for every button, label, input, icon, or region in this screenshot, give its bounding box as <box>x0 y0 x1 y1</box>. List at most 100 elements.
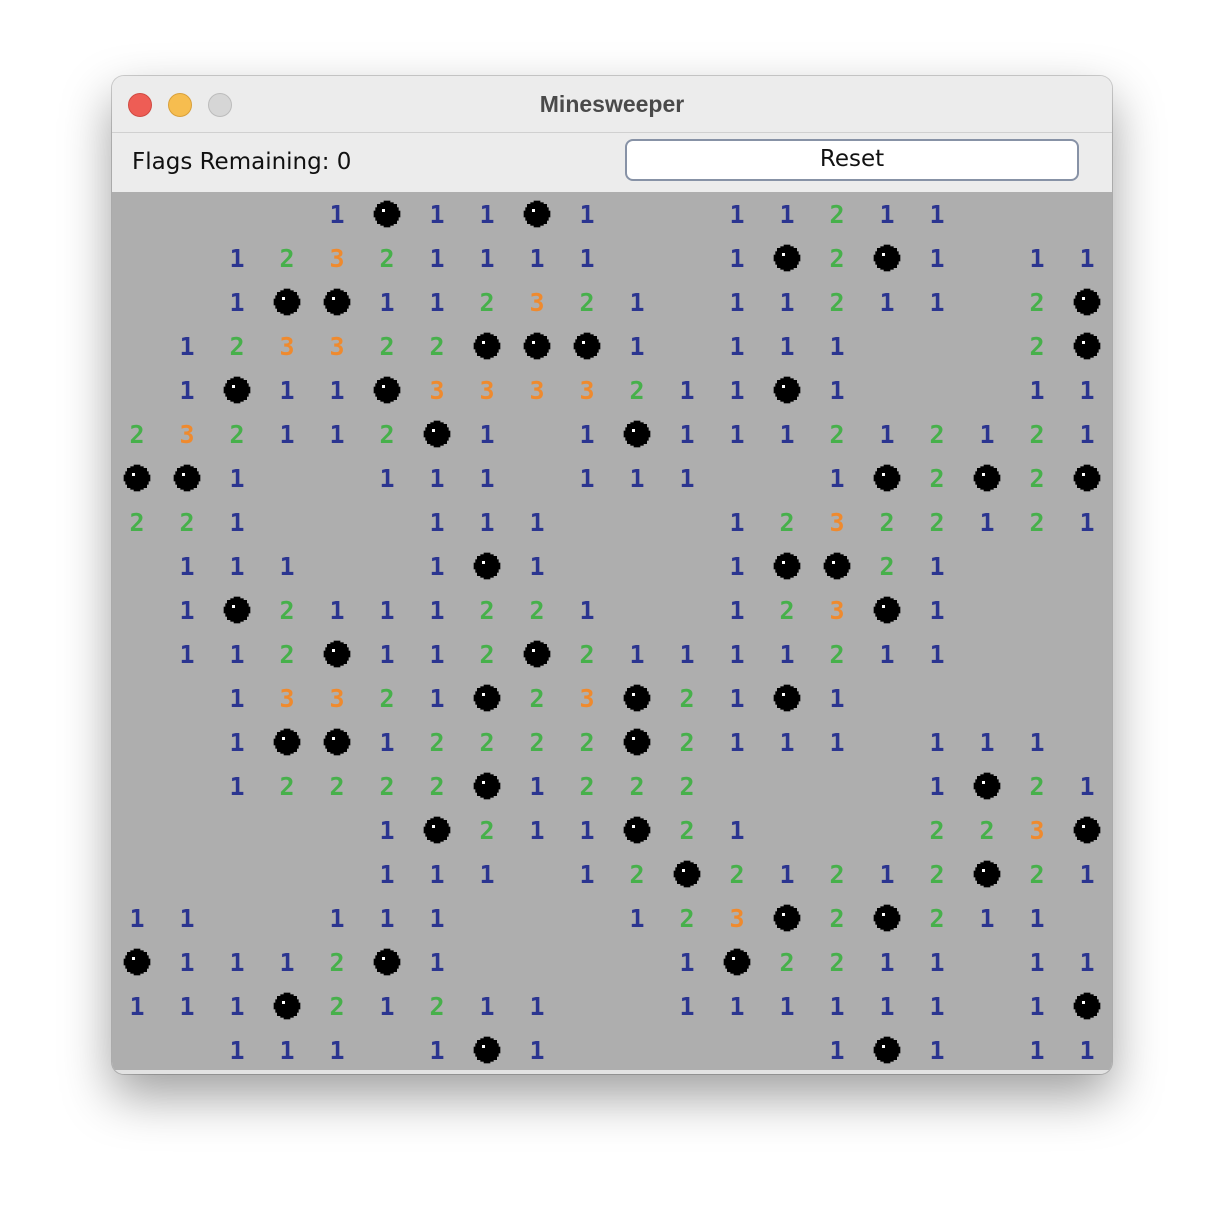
cell-count-2: 2 <box>629 860 644 889</box>
cell-count-1: 1 <box>1029 1036 1044 1065</box>
cell-count-1: 1 <box>279 1036 294 1065</box>
cell-count-1: 1 <box>779 860 794 889</box>
cell-count-1: 1 <box>279 948 294 977</box>
mine-icon <box>123 464 151 492</box>
cell-count-1: 1 <box>129 992 144 1021</box>
mine-icon <box>323 640 351 668</box>
cell-count-1: 1 <box>1079 420 1094 449</box>
mine-icon <box>323 288 351 316</box>
cell-count-1: 1 <box>379 860 394 889</box>
mine-icon <box>373 200 401 228</box>
cell-count-1: 1 <box>579 200 594 229</box>
cell-count-1: 1 <box>879 992 894 1021</box>
cell-count-1: 1 <box>529 552 544 581</box>
mine-icon <box>473 684 501 712</box>
cell-count-3: 3 <box>329 244 344 273</box>
cell-count-1: 1 <box>929 552 944 581</box>
cell-count-2: 2 <box>679 684 694 713</box>
cell-count-1: 1 <box>729 200 744 229</box>
mine-icon <box>573 332 601 360</box>
cell-count-2: 2 <box>929 860 944 889</box>
cell-count-1: 1 <box>579 816 594 845</box>
cell-count-1: 1 <box>229 772 244 801</box>
cell-count-1: 1 <box>179 992 194 1021</box>
cell-count-3: 3 <box>579 376 594 405</box>
cell-count-1: 1 <box>479 992 494 1021</box>
cell-count-1: 1 <box>179 640 194 669</box>
cell-count-2: 2 <box>429 332 444 361</box>
cell-count-2: 2 <box>379 420 394 449</box>
mine-icon <box>473 552 501 580</box>
cell-count-2: 2 <box>679 816 694 845</box>
mine-icon <box>323 728 351 756</box>
mine-icon <box>973 772 1001 800</box>
cell-count-1: 1 <box>1079 948 1094 977</box>
cell-count-1: 1 <box>329 596 344 625</box>
cell-count-1: 1 <box>379 464 394 493</box>
cell-count-2: 2 <box>179 508 194 537</box>
cell-count-1: 1 <box>729 684 744 713</box>
cell-count-2: 2 <box>1029 464 1044 493</box>
cell-count-1: 1 <box>829 728 844 757</box>
cell-count-2: 2 <box>129 420 144 449</box>
cell-count-1: 1 <box>979 508 994 537</box>
cell-count-1: 1 <box>479 420 494 449</box>
minefield-board[interactable]: 1 1 1 1 1 1 2 1 1 1 2 3 2 1 1 1 1 1 2 1 1 1 1 1 1 2 3 2 1 1 1 2 1 1 2 1 2 3 3 2… <box>112 192 1112 1072</box>
mine-icon <box>273 728 301 756</box>
cell-count-1: 1 <box>779 288 794 317</box>
cell-count-2: 2 <box>429 992 444 1021</box>
cell-count-2: 2 <box>829 948 844 977</box>
window-title: Minesweeper <box>539 91 685 117</box>
cell-count-1: 1 <box>429 904 444 933</box>
mine-icon <box>673 860 701 888</box>
cell-count-1: 1 <box>1079 244 1094 273</box>
title-bar: Minesweeper <box>112 76 1112 133</box>
mine-icon <box>623 728 651 756</box>
cell-count-1: 1 <box>279 376 294 405</box>
mine-icon <box>773 684 801 712</box>
cell-count-1: 1 <box>1079 860 1094 889</box>
cell-count-1: 1 <box>229 508 244 537</box>
cell-count-2: 2 <box>379 244 394 273</box>
mine-icon <box>173 464 201 492</box>
cell-count-1: 1 <box>179 376 194 405</box>
cell-count-2: 2 <box>679 772 694 801</box>
cell-count-1: 1 <box>879 420 894 449</box>
reset-button[interactable]: Reset <box>625 139 1079 181</box>
cell-count-1: 1 <box>429 552 444 581</box>
mine-icon <box>523 332 551 360</box>
cell-count-1: 1 <box>229 244 244 273</box>
cell-count-2: 2 <box>829 640 844 669</box>
cell-count-1: 1 <box>429 508 444 537</box>
cell-count-2: 2 <box>1029 860 1044 889</box>
cell-count-2: 2 <box>329 948 344 977</box>
cell-count-1: 1 <box>829 992 844 1021</box>
mine-icon <box>473 772 501 800</box>
cell-count-2: 2 <box>1029 332 1044 361</box>
minefield-grid[interactable]: 1 1 1 1 1 1 2 1 1 1 2 3 2 1 1 1 1 1 2 1 1 1 1 1 1 2 3 2 1 1 1 2 1 1 2 1 2 3 3 2… <box>112 192 1112 1072</box>
cell-count-1: 1 <box>479 860 494 889</box>
cell-count-1: 1 <box>779 640 794 669</box>
cell-count-1: 1 <box>1029 992 1044 1021</box>
cell-count-1: 1 <box>529 508 544 537</box>
cell-count-1: 1 <box>729 420 744 449</box>
cell-count-1: 1 <box>729 244 744 273</box>
cell-count-1: 1 <box>429 596 444 625</box>
cell-count-1: 1 <box>629 904 644 933</box>
cell-count-2: 2 <box>729 860 744 889</box>
cell-count-1: 1 <box>579 420 594 449</box>
cell-count-2: 2 <box>829 860 844 889</box>
cell-count-2: 2 <box>479 596 494 625</box>
mine-icon <box>773 904 801 932</box>
cell-count-2: 2 <box>479 640 494 669</box>
cell-count-1: 1 <box>929 948 944 977</box>
cell-count-1: 1 <box>729 640 744 669</box>
cell-count-3: 3 <box>829 596 844 625</box>
cell-count-2: 2 <box>929 904 944 933</box>
cell-count-2: 2 <box>479 288 494 317</box>
cell-count-1: 1 <box>379 288 394 317</box>
mine-icon <box>423 420 451 448</box>
cell-count-2: 2 <box>829 420 844 449</box>
cell-count-1: 1 <box>779 200 794 229</box>
cell-count-2: 2 <box>829 288 844 317</box>
